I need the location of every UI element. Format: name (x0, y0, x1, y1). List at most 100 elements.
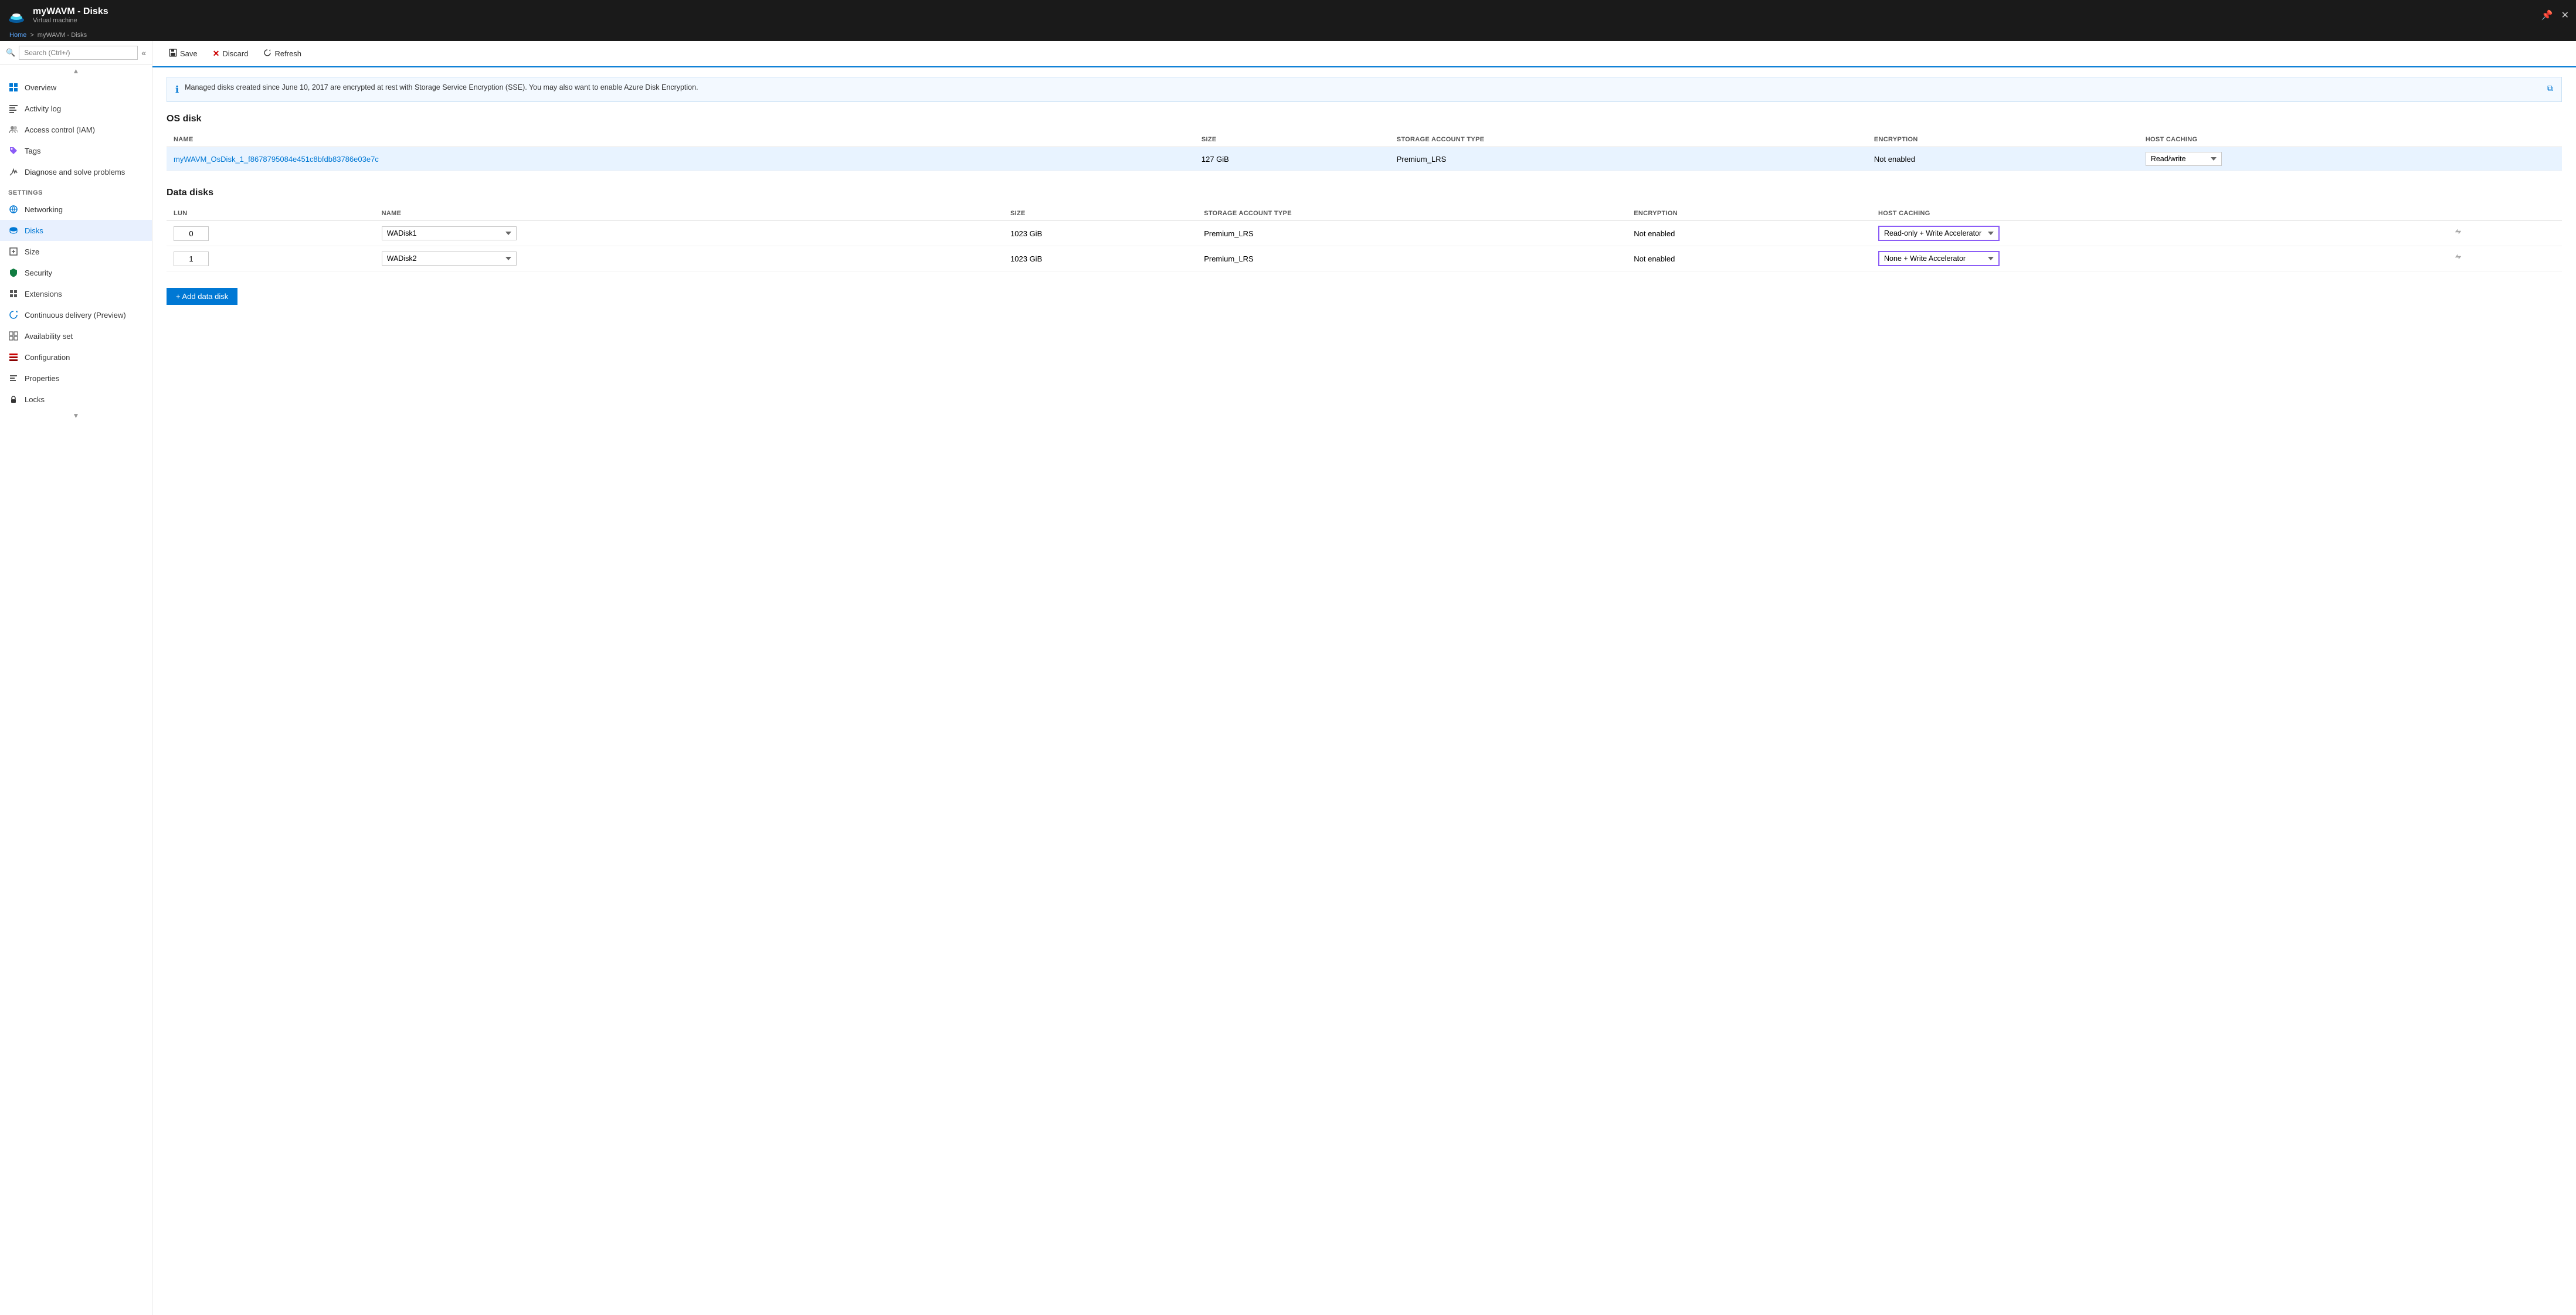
sidebar-item-size-label: Size (25, 247, 39, 256)
add-data-disk-button[interactable]: + Add data disk (167, 288, 237, 305)
main-layout: 🔍 « ▲ Overview Activity log (0, 41, 2576, 1315)
sidebar-item-properties-label: Properties (25, 374, 59, 383)
discard-button[interactable]: ✕ Discard (206, 46, 256, 62)
sidebar-item-availability-set-label: Availability set (25, 332, 73, 341)
search-input[interactable] (19, 46, 138, 60)
sidebar-item-locks[interactable]: Locks (0, 389, 152, 410)
data-disk-1-host-caching-select[interactable]: None Read-only Read/write Read-only + Wr… (1878, 251, 2000, 266)
os-disk-storage-type-cell: Premium_LRS (1390, 147, 1867, 171)
info-icon: ℹ (175, 84, 179, 96)
refresh-icon (263, 49, 271, 59)
data-disks-section: Data disks LUN NAME SIZE STORAGE ACCOUNT… (167, 188, 2562, 305)
discard-label: Discard (222, 49, 248, 58)
data-disk-1-write-accel-icon[interactable] (2453, 255, 2464, 265)
sidebar-item-networking[interactable]: Networking (0, 199, 152, 220)
sidebar-collapse-button[interactable]: « (141, 48, 146, 57)
data-disk-0-write-accel-icon[interactable] (2453, 230, 2464, 240)
info-banner: ℹ Managed disks created since June 10, 2… (167, 77, 2562, 102)
size-icon (8, 246, 19, 257)
search-icon: 🔍 (6, 48, 15, 57)
sidebar-item-availability-set[interactable]: Availability set (0, 325, 152, 346)
app-title: myWAVM - Disks Virtual machine (33, 6, 108, 24)
data-disk-1-name-select[interactable]: WADisk2 (382, 252, 517, 266)
data-disk-row-1: WADisk2 1023 GiB Premium_LRS Not enabled… (167, 246, 2562, 271)
sidebar-item-configuration[interactable]: Configuration (0, 346, 152, 368)
disks-icon (8, 225, 19, 236)
data-disks-col-host-caching: HOST CACHING (1871, 206, 2443, 221)
data-disk-0-encryption-cell: Not enabled (1627, 221, 1871, 246)
locks-icon (8, 394, 19, 405)
scroll-down-indicator: ▼ (0, 410, 152, 422)
sidebar-item-diagnose-label: Diagnose and solve problems (25, 168, 125, 176)
os-disk-host-caching-select[interactable]: None Read-only Read/write (2146, 152, 2222, 166)
sidebar-item-diagnose[interactable]: Diagnose and solve problems (0, 161, 152, 182)
data-disks-table: LUN NAME SIZE STORAGE ACCOUNT TYPE ENCRY… (167, 206, 2562, 271)
os-disk-section: OS disk NAME SIZE STORAGE ACCOUNT TYPE E… (167, 114, 2562, 171)
access-control-icon (8, 124, 19, 135)
data-disk-1-host-caching-cell: None Read-only Read/write Read-only + Wr… (1871, 246, 2443, 271)
properties-icon (8, 373, 19, 383)
data-disk-1-size-cell: 1023 GiB (1003, 246, 1197, 271)
settings-section-label: SETTINGS (0, 182, 152, 199)
sidebar-item-extensions[interactable]: Extensions (0, 283, 152, 304)
sidebar-item-tags[interactable]: Tags (0, 140, 152, 161)
os-disk-host-caching-cell: None Read-only Read/write (2139, 147, 2562, 171)
save-button[interactable]: Save (162, 46, 205, 62)
azure-logo (7, 6, 26, 25)
sidebar-item-activity-log-label: Activity log (25, 104, 61, 113)
app-title-main: myWAVM - Disks (33, 6, 108, 17)
app-title-sub: Virtual machine (33, 17, 108, 24)
sidebar-item-size[interactable]: Size (0, 241, 152, 262)
top-bar-left: myWAVM - Disks Virtual machine (7, 6, 108, 25)
breadcrumb-home[interactable]: Home (9, 32, 26, 39)
sidebar-item-configuration-label: Configuration (25, 353, 70, 362)
data-disk-0-lun-input[interactable] (174, 226, 209, 241)
data-disk-1-storage-type-cell: Premium_LRS (1197, 246, 1627, 271)
save-label: Save (180, 49, 198, 58)
data-disk-0-host-caching-select[interactable]: None Read-only Read/write Read-only + Wr… (1878, 226, 2000, 241)
sidebar-item-disks[interactable]: Disks (0, 220, 152, 241)
refresh-button[interactable]: Refresh (256, 46, 308, 62)
breadcrumb: Home > myWAVM - Disks (0, 30, 2576, 41)
data-disk-1-lun-cell (167, 246, 375, 271)
data-disks-col-encryption: ENCRYPTION (1627, 206, 1871, 221)
continuous-delivery-icon (8, 310, 19, 320)
activity-log-icon (8, 103, 19, 114)
sidebar-item-tags-label: Tags (25, 147, 40, 155)
sidebar-item-security[interactable]: Security (0, 262, 152, 283)
content-area: Save ✕ Discard Refresh ℹ Managed disks c… (152, 41, 2576, 1315)
sidebar: 🔍 « ▲ Overview Activity log (0, 41, 152, 1315)
os-disk-encryption-cell: Not enabled (1867, 147, 2139, 171)
overview-icon (8, 82, 19, 93)
sidebar-item-continuous-delivery[interactable]: Continuous delivery (Preview) (0, 304, 152, 325)
close-icon[interactable]: ✕ (2561, 9, 2569, 21)
sidebar-nav: ▲ Overview Activity log Access control (… (0, 65, 152, 1315)
data-disk-0-name-cell: WADisk1 (375, 221, 1003, 246)
data-disk-row-0: WADisk1 1023 GiB Premium_LRS Not enabled… (167, 221, 2562, 246)
availability-set-icon (8, 331, 19, 341)
sidebar-item-extensions-label: Extensions (25, 290, 62, 298)
sidebar-item-continuous-delivery-label: Continuous delivery (Preview) (25, 311, 126, 320)
data-disks-col-name: NAME (375, 206, 1003, 221)
pin-icon[interactable]: 📌 (2541, 9, 2553, 21)
sidebar-item-overview[interactable]: Overview (0, 77, 152, 98)
os-disk-col-encryption: ENCRYPTION (1867, 132, 2139, 147)
data-disk-0-lun-cell (167, 221, 375, 246)
sidebar-item-access-control[interactable]: Access control (IAM) (0, 119, 152, 140)
data-disk-0-name-select[interactable]: WADisk1 (382, 226, 517, 240)
os-disk-col-host-caching: HOST CACHING (2139, 132, 2562, 147)
sidebar-item-access-control-label: Access control (IAM) (25, 125, 95, 134)
data-disk-0-size-cell: 1023 GiB (1003, 221, 1197, 246)
breadcrumb-page: myWAVM - Disks (38, 32, 87, 39)
sidebar-item-properties[interactable]: Properties (0, 368, 152, 389)
data-disk-1-lun-input[interactable] (174, 252, 209, 266)
info-banner-external-link[interactable]: ⧉ (2547, 83, 2553, 93)
os-disk-name-link[interactable]: myWAVM_OsDisk_1_f8678795084e451c8bfdb837… (174, 155, 379, 164)
breadcrumb-sep: > (30, 32, 33, 39)
data-disks-col-lun: LUN (167, 206, 375, 221)
networking-icon (8, 204, 19, 215)
info-banner-text: Managed disks created since June 10, 201… (185, 83, 698, 91)
sidebar-item-activity-log[interactable]: Activity log (0, 98, 152, 119)
discard-icon: ✕ (213, 49, 220, 59)
sidebar-item-security-label: Security (25, 269, 52, 277)
